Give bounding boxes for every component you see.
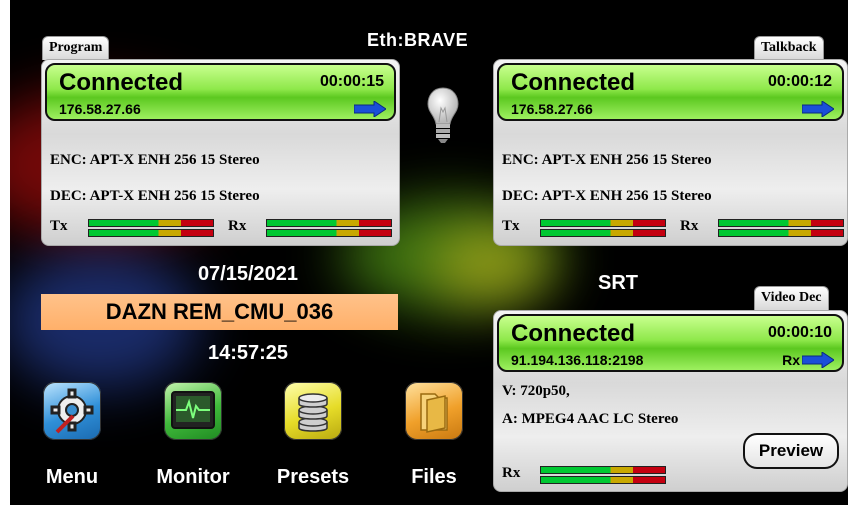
files-app-button[interactable]: Files <box>399 382 469 488</box>
monitor-app-button[interactable]: Monitor <box>156 382 230 488</box>
arrow-right-icon <box>802 101 834 117</box>
program-elapsed: 00:00:15 <box>319 73 384 90</box>
srt-video-info: V: 720p50, <box>502 383 570 399</box>
menu-app-button[interactable]: Menu <box>37 382 107 488</box>
talkback-address: 176.58.27.66 <box>511 101 593 117</box>
presets-app-button[interactable]: Presets <box>277 382 349 488</box>
presets-label: Presets <box>276 466 350 488</box>
talkback-rx-meter <box>718 218 844 238</box>
program-rx-label: Rx <box>228 218 247 234</box>
srt-address: 91.194.136.118:2198 <box>511 352 644 368</box>
arrow-right-icon <box>354 101 386 117</box>
program-address: 176.58.27.66 <box>59 101 141 117</box>
program-tx-label: Tx <box>50 218 68 234</box>
codec-name-box[interactable]: DAZN REM_CMU_036 <box>41 294 398 330</box>
device-screen: Eth:BRAVE Program Connected 00:00:15 176… <box>10 0 848 505</box>
talkback-tx-label: Tx <box>502 218 520 234</box>
program-panel: Connected 00:00:15 176.58.27.66 ENC: APT… <box>41 59 400 246</box>
network-title: Eth:BRAVE <box>367 30 469 50</box>
files-label: Files <box>411 466 457 488</box>
program-rx-meter <box>266 218 392 238</box>
talkback-connection-button[interactable]: Connected 00:00:12 176.58.27.66 <box>497 63 844 121</box>
preview-button[interactable]: Preview <box>743 433 839 469</box>
program-connection-button[interactable]: Connected 00:00:15 176.58.27.66 <box>45 63 396 121</box>
talkback-decoder: DEC: APT-X ENH 256 15 Stereo <box>502 188 712 204</box>
arrow-right-icon <box>802 352 834 368</box>
menu-label: Menu <box>45 466 99 488</box>
gear-wrench-icon <box>43 382 101 440</box>
time-display: 14:57:25 <box>207 342 289 364</box>
program-status: Connected <box>59 69 184 96</box>
program-tx-meter <box>88 218 214 238</box>
talkback-elapsed: 00:00:12 <box>767 73 832 90</box>
talkback-rx-label: Rx <box>680 218 699 234</box>
srt-audio-info: A: MPEG4 AAC LC Stereo <box>502 411 679 427</box>
tab-program[interactable]: Program <box>42 36 110 60</box>
date-display: 07/15/2021 <box>197 263 299 285</box>
tab-video-dec[interactable]: Video Dec <box>754 286 829 310</box>
tab-talkback[interactable]: Talkback <box>754 36 824 60</box>
srt-elapsed: 00:00:10 <box>767 324 832 341</box>
talkback-status: Connected <box>511 69 636 96</box>
program-decoder: DEC: APT-X ENH 256 15 Stereo <box>50 188 260 204</box>
monitor-label: Monitor <box>156 466 230 488</box>
srt-rx-meter <box>540 465 666 485</box>
srt-panel: Connected 00:00:10 91.194.136.118:2198 R… <box>493 310 848 492</box>
talkback-panel: Connected 00:00:12 176.58.27.66 ENC: APT… <box>493 59 848 246</box>
talkback-tx-meter <box>540 218 666 238</box>
waveform-monitor-icon <box>164 382 222 440</box>
program-encoder: ENC: APT-X ENH 256 15 Stereo <box>50 152 260 168</box>
folder-icon <box>405 382 463 440</box>
srt-connection-button[interactable]: Connected 00:00:10 91.194.136.118:2198 R… <box>497 314 844 372</box>
srt-status: Connected <box>511 320 636 347</box>
light-bulb-icon[interactable] <box>426 86 460 144</box>
srt-direction: Rx <box>782 352 800 368</box>
srt-title: SRT <box>598 272 638 294</box>
talkback-encoder: ENC: APT-X ENH 256 15 Stereo <box>502 152 712 168</box>
database-icon <box>284 382 342 440</box>
srt-rx-label: Rx <box>502 465 521 481</box>
